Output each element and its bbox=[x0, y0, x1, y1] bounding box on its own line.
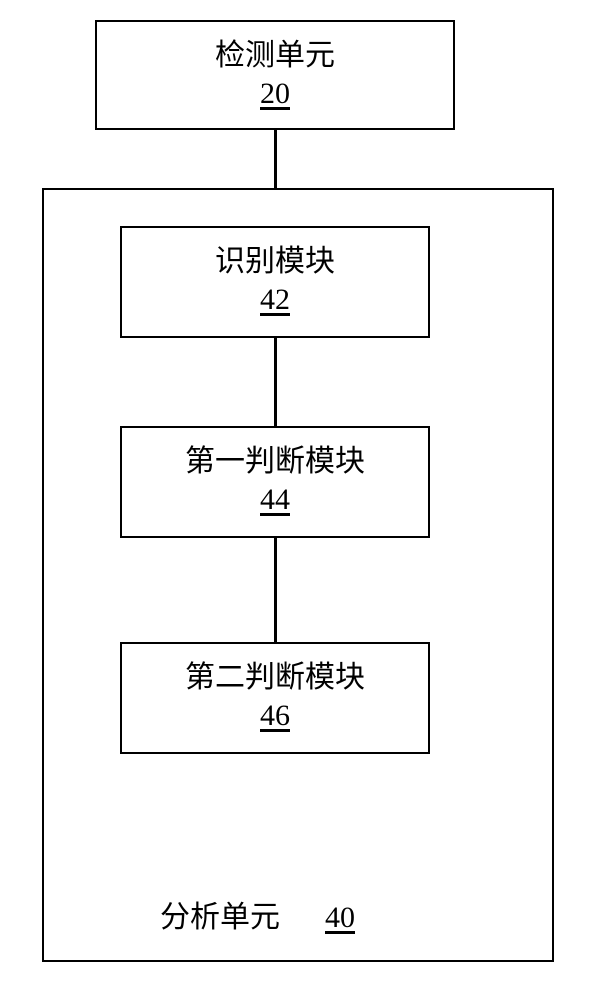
node-detection-unit: 检测单元 20 bbox=[95, 20, 455, 130]
node-number: 20 bbox=[97, 77, 453, 111]
connector bbox=[274, 538, 277, 642]
node-label: 识别模块 bbox=[122, 228, 428, 283]
node-recognition-module: 识别模块 42 bbox=[120, 226, 430, 338]
node-number: 42 bbox=[122, 283, 428, 317]
container-number: 40 bbox=[325, 901, 355, 934]
node-first-judgment-module: 第一判断模块 44 bbox=[120, 426, 430, 538]
connector bbox=[274, 338, 277, 426]
node-label: 第一判断模块 bbox=[122, 428, 428, 483]
node-number: 46 bbox=[122, 699, 428, 733]
node-label: 检测单元 bbox=[97, 22, 453, 77]
container-label-row: 分析单元 40 bbox=[160, 892, 355, 936]
node-second-judgment-module: 第二判断模块 46 bbox=[120, 642, 430, 754]
node-label: 第二判断模块 bbox=[122, 644, 428, 699]
node-number: 44 bbox=[122, 483, 428, 517]
container-label: 分析单元 bbox=[160, 901, 280, 934]
